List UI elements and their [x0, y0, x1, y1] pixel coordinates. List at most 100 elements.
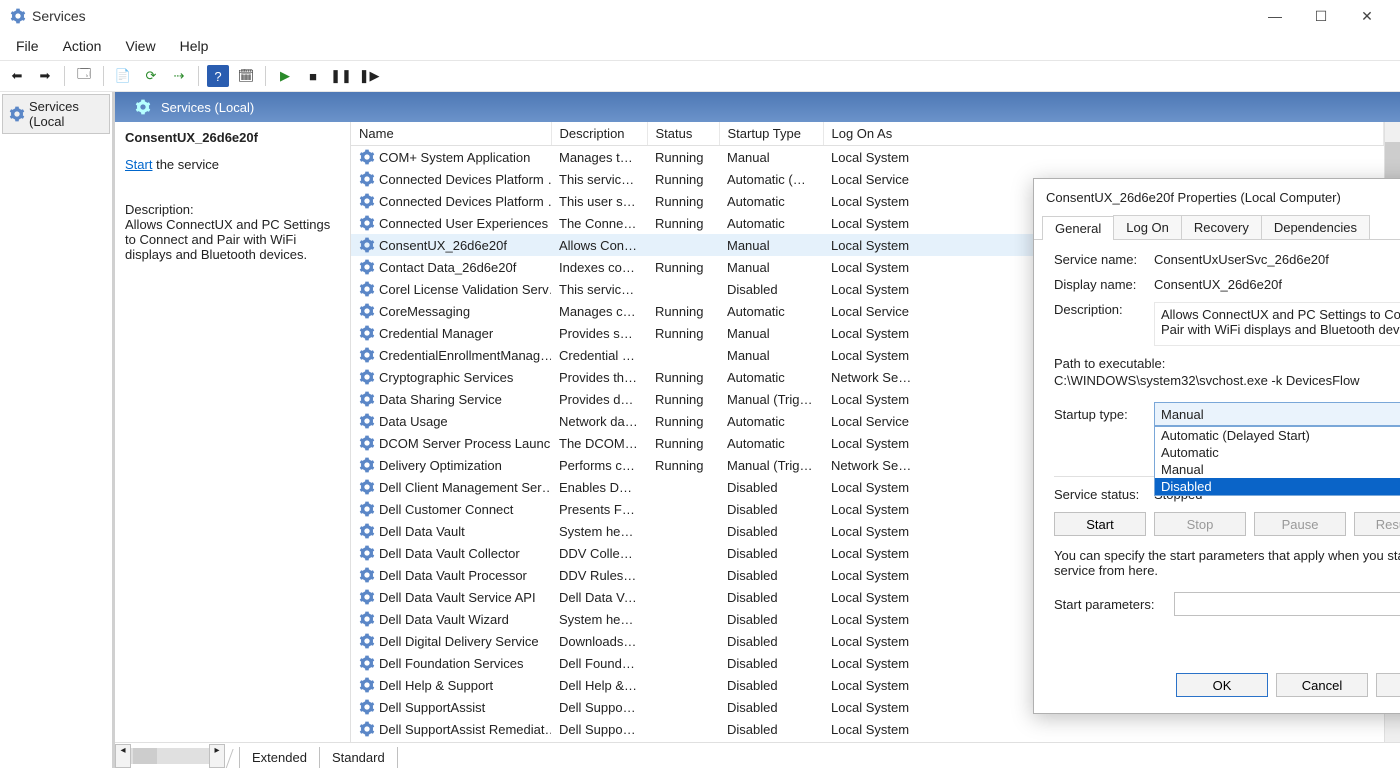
gear-icon [359, 567, 375, 583]
service-name: Dell SupportAssist [379, 700, 485, 715]
service-status [647, 498, 719, 520]
service-startup: Disabled [719, 564, 823, 586]
app-icon [10, 8, 26, 24]
export-button[interactable]: ⇢ [168, 65, 190, 87]
service-name: CoreMessaging [379, 304, 470, 319]
gear-icon [359, 347, 375, 363]
service-startup: Automatic [719, 366, 823, 388]
nav-item-services-local[interactable]: Services (Local [2, 94, 110, 134]
menu-help[interactable]: Help [170, 34, 219, 58]
service-startup: Automatic [719, 410, 823, 432]
gear-icon [359, 325, 375, 341]
content-header: Services (Local) [115, 92, 1400, 122]
nav-back-button[interactable]: ⬅ [6, 65, 28, 87]
service-desc: Allows Conn… [551, 234, 647, 256]
tab-standard[interactable]: Standard [319, 747, 398, 768]
startup-option[interactable]: Automatic (Delayed Start) [1155, 427, 1400, 444]
service-name: Contact Data_26d6e20f [379, 260, 516, 275]
service-desc: System healt… [551, 520, 647, 542]
help-button[interactable]: ? [207, 65, 229, 87]
stop-button: Stop [1154, 512, 1246, 536]
service-name: Connected Devices Platform … [379, 172, 551, 187]
service-desc: This service i… [551, 168, 647, 190]
service-status [647, 696, 719, 718]
startup-option[interactable]: Automatic [1155, 444, 1400, 461]
service-status [647, 344, 719, 366]
menu-action[interactable]: Action [53, 34, 112, 58]
service-startup: Manual [719, 322, 823, 344]
restart-service-button[interactable]: ❚▶ [358, 65, 380, 87]
service-startup: Manual [719, 344, 823, 366]
maximize-button[interactable]: ☐ [1298, 0, 1344, 32]
gear-icon [359, 259, 375, 275]
start-button[interactable]: Start [1054, 512, 1146, 536]
tab-logon[interactable]: Log On [1113, 215, 1182, 239]
service-desc: Indexes cont… [551, 256, 647, 278]
col-status[interactable]: Status [647, 122, 719, 146]
gear-icon [359, 545, 375, 561]
pause-service-button[interactable]: ❚❚ [330, 65, 352, 87]
startup-option[interactable]: Disabled [1155, 478, 1400, 495]
path-label: Path to executable: [1054, 356, 1400, 371]
cancel-button[interactable]: Cancel [1276, 673, 1368, 697]
start-parameters-label: Start parameters: [1054, 597, 1174, 612]
properties-button[interactable]: 📄 [112, 65, 134, 87]
service-status: Running [647, 388, 719, 410]
horizontal-scrollbar[interactable]: ◂▸ [115, 748, 225, 764]
tab-recovery[interactable]: Recovery [1181, 215, 1262, 239]
gear-icon [135, 99, 151, 115]
nav-forward-button[interactable]: ➡ [34, 65, 56, 87]
service-name: Cryptographic Services [379, 370, 513, 385]
ok-button[interactable]: OK [1176, 673, 1268, 697]
service-status [647, 608, 719, 630]
startup-option[interactable]: Manual [1155, 461, 1400, 478]
service-status [647, 234, 719, 256]
menu-view[interactable]: View [115, 34, 165, 58]
tab-extended[interactable]: Extended [239, 747, 320, 768]
col-startup[interactable]: Startup Type [719, 122, 823, 146]
menu-file[interactable]: File [6, 34, 49, 58]
service-name: Dell Data Vault Processor [379, 568, 527, 583]
service-desc: Performs co… [551, 454, 647, 476]
gear-icon [359, 523, 375, 539]
service-desc: Dell Data Va… [551, 586, 647, 608]
refresh-button[interactable]: ⟳ [140, 65, 162, 87]
service-row[interactable]: Dell SupportAssist Remediat…Dell Support… [351, 718, 1384, 740]
service-status: Running [647, 366, 719, 388]
col-description[interactable]: Description [551, 122, 647, 146]
show-hide-tree-button[interactable]: 🗔 [73, 65, 95, 87]
gear-icon [359, 281, 375, 297]
col-logon[interactable]: Log On As [823, 122, 1384, 146]
service-desc: Manages th… [551, 146, 647, 169]
service-name: Data Sharing Service [379, 392, 502, 407]
service-startup: Automatic [719, 190, 823, 212]
col-name[interactable]: Name [351, 122, 551, 146]
startup-type-combobox[interactable]: Manual ▾ Automatic (Delayed Start)Automa… [1154, 402, 1400, 426]
task-schedule-button[interactable]: 🗓 [235, 65, 257, 87]
service-startup: Automatic (De… [719, 168, 823, 190]
service-startup: Disabled [719, 718, 823, 740]
tab-dependencies[interactable]: Dependencies [1261, 215, 1370, 239]
gear-icon [359, 501, 375, 517]
tab-general[interactable]: General [1042, 216, 1114, 240]
minimize-button[interactable]: — [1252, 0, 1298, 32]
service-name: Dell Data Vault Service API [379, 590, 536, 605]
service-startup: Manual [719, 146, 823, 169]
display-name-label: Display name: [1054, 277, 1154, 292]
service-startup: Disabled [719, 520, 823, 542]
stop-service-button[interactable]: ■ [302, 65, 324, 87]
close-button[interactable]: ✕ [1344, 0, 1390, 32]
service-name: Data Usage [379, 414, 448, 429]
start-service-button[interactable]: ▶ [274, 65, 296, 87]
service-status [647, 630, 719, 652]
service-row[interactable]: COM+ System ApplicationManages th…Runnin… [351, 146, 1384, 169]
start-service-suffix: the service [152, 157, 218, 172]
start-service-link[interactable]: Start [125, 157, 152, 172]
start-parameters-input[interactable] [1174, 592, 1400, 616]
service-name: Credential Manager [379, 326, 493, 341]
service-startup: Disabled [719, 542, 823, 564]
gear-icon [359, 215, 375, 231]
menubar: File Action View Help [0, 32, 1400, 60]
service-status: Running [647, 300, 719, 322]
service-desc: Manages co… [551, 300, 647, 322]
